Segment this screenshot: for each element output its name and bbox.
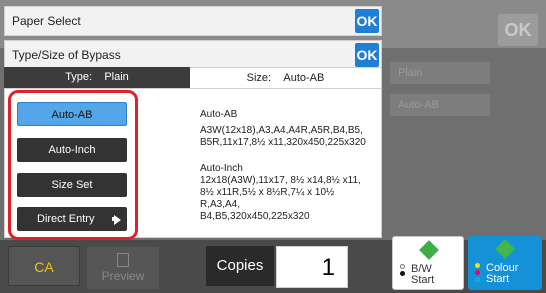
auto-ab-button[interactable]: Auto-AB [17,102,127,126]
auto-inch-button[interactable]: Auto-Inch [17,138,127,162]
bypass-ok-button[interactable]: OK [355,43,379,67]
start-icon [495,239,515,259]
start-icon [419,240,439,260]
direct-entry-button[interactable]: Direct Entry [17,207,127,231]
tab-type[interactable]: Type: Plain [4,67,190,88]
colour-dots-icon [475,263,481,284]
dialog-title-bar: Paper Select [4,6,382,36]
bw-sub-label: Start [411,274,435,286]
auto-inch-title: Auto-Inch [200,163,243,174]
arrow-right-icon [114,215,121,225]
colour-sub-label: Start [486,273,510,285]
colour-start-button[interactable]: Colour Start [468,236,542,290]
tab-type-prefix: Type: [65,71,93,83]
preview-icon [117,253,129,267]
tab-size-prefix: Size: [246,72,272,84]
size-set-button[interactable]: Size Set [17,173,127,197]
bw-dots-icon [400,264,406,278]
sub-title-bar: Type/Size of Bypass [4,40,382,70]
tab-size-value: Auto-AB [283,72,325,84]
copies-button[interactable]: Copies [206,246,274,286]
ok-button[interactable]: OK [355,9,379,33]
auto-ab-title: Auto-AB [200,109,238,120]
bw-start-button[interactable]: B/W Start [392,236,464,290]
background-row: Auto-AB [390,94,490,116]
dialog-title: Paper Select [12,14,81,28]
sub-title: Type/Size of Bypass [12,48,121,62]
bw-start-label: B/W Start [411,264,434,286]
clear-all-button[interactable]: CA [8,246,80,286]
preview-label: Preview [101,269,145,283]
tab-type-value: Plain [104,71,129,83]
auto-ab-description: A3W(12x18),A3,A4,A4R,A5R,B4,B5, B5R,11x1… [200,125,366,148]
direct-entry-label: Direct Entry [37,213,95,225]
copies-count[interactable]: 1 [276,246,348,288]
background-row: Plain [390,62,490,84]
preview-button[interactable]: Preview [86,246,160,290]
tab-size[interactable]: Size: Auto-AB [190,67,382,88]
colour-start-label: Colour Start [486,263,518,285]
background-ok-button: OK [498,14,538,46]
auto-inch-description: 12x18(A3W),11x17, 8½ x14,8½ x11, 8½ x11R… [200,175,361,222]
